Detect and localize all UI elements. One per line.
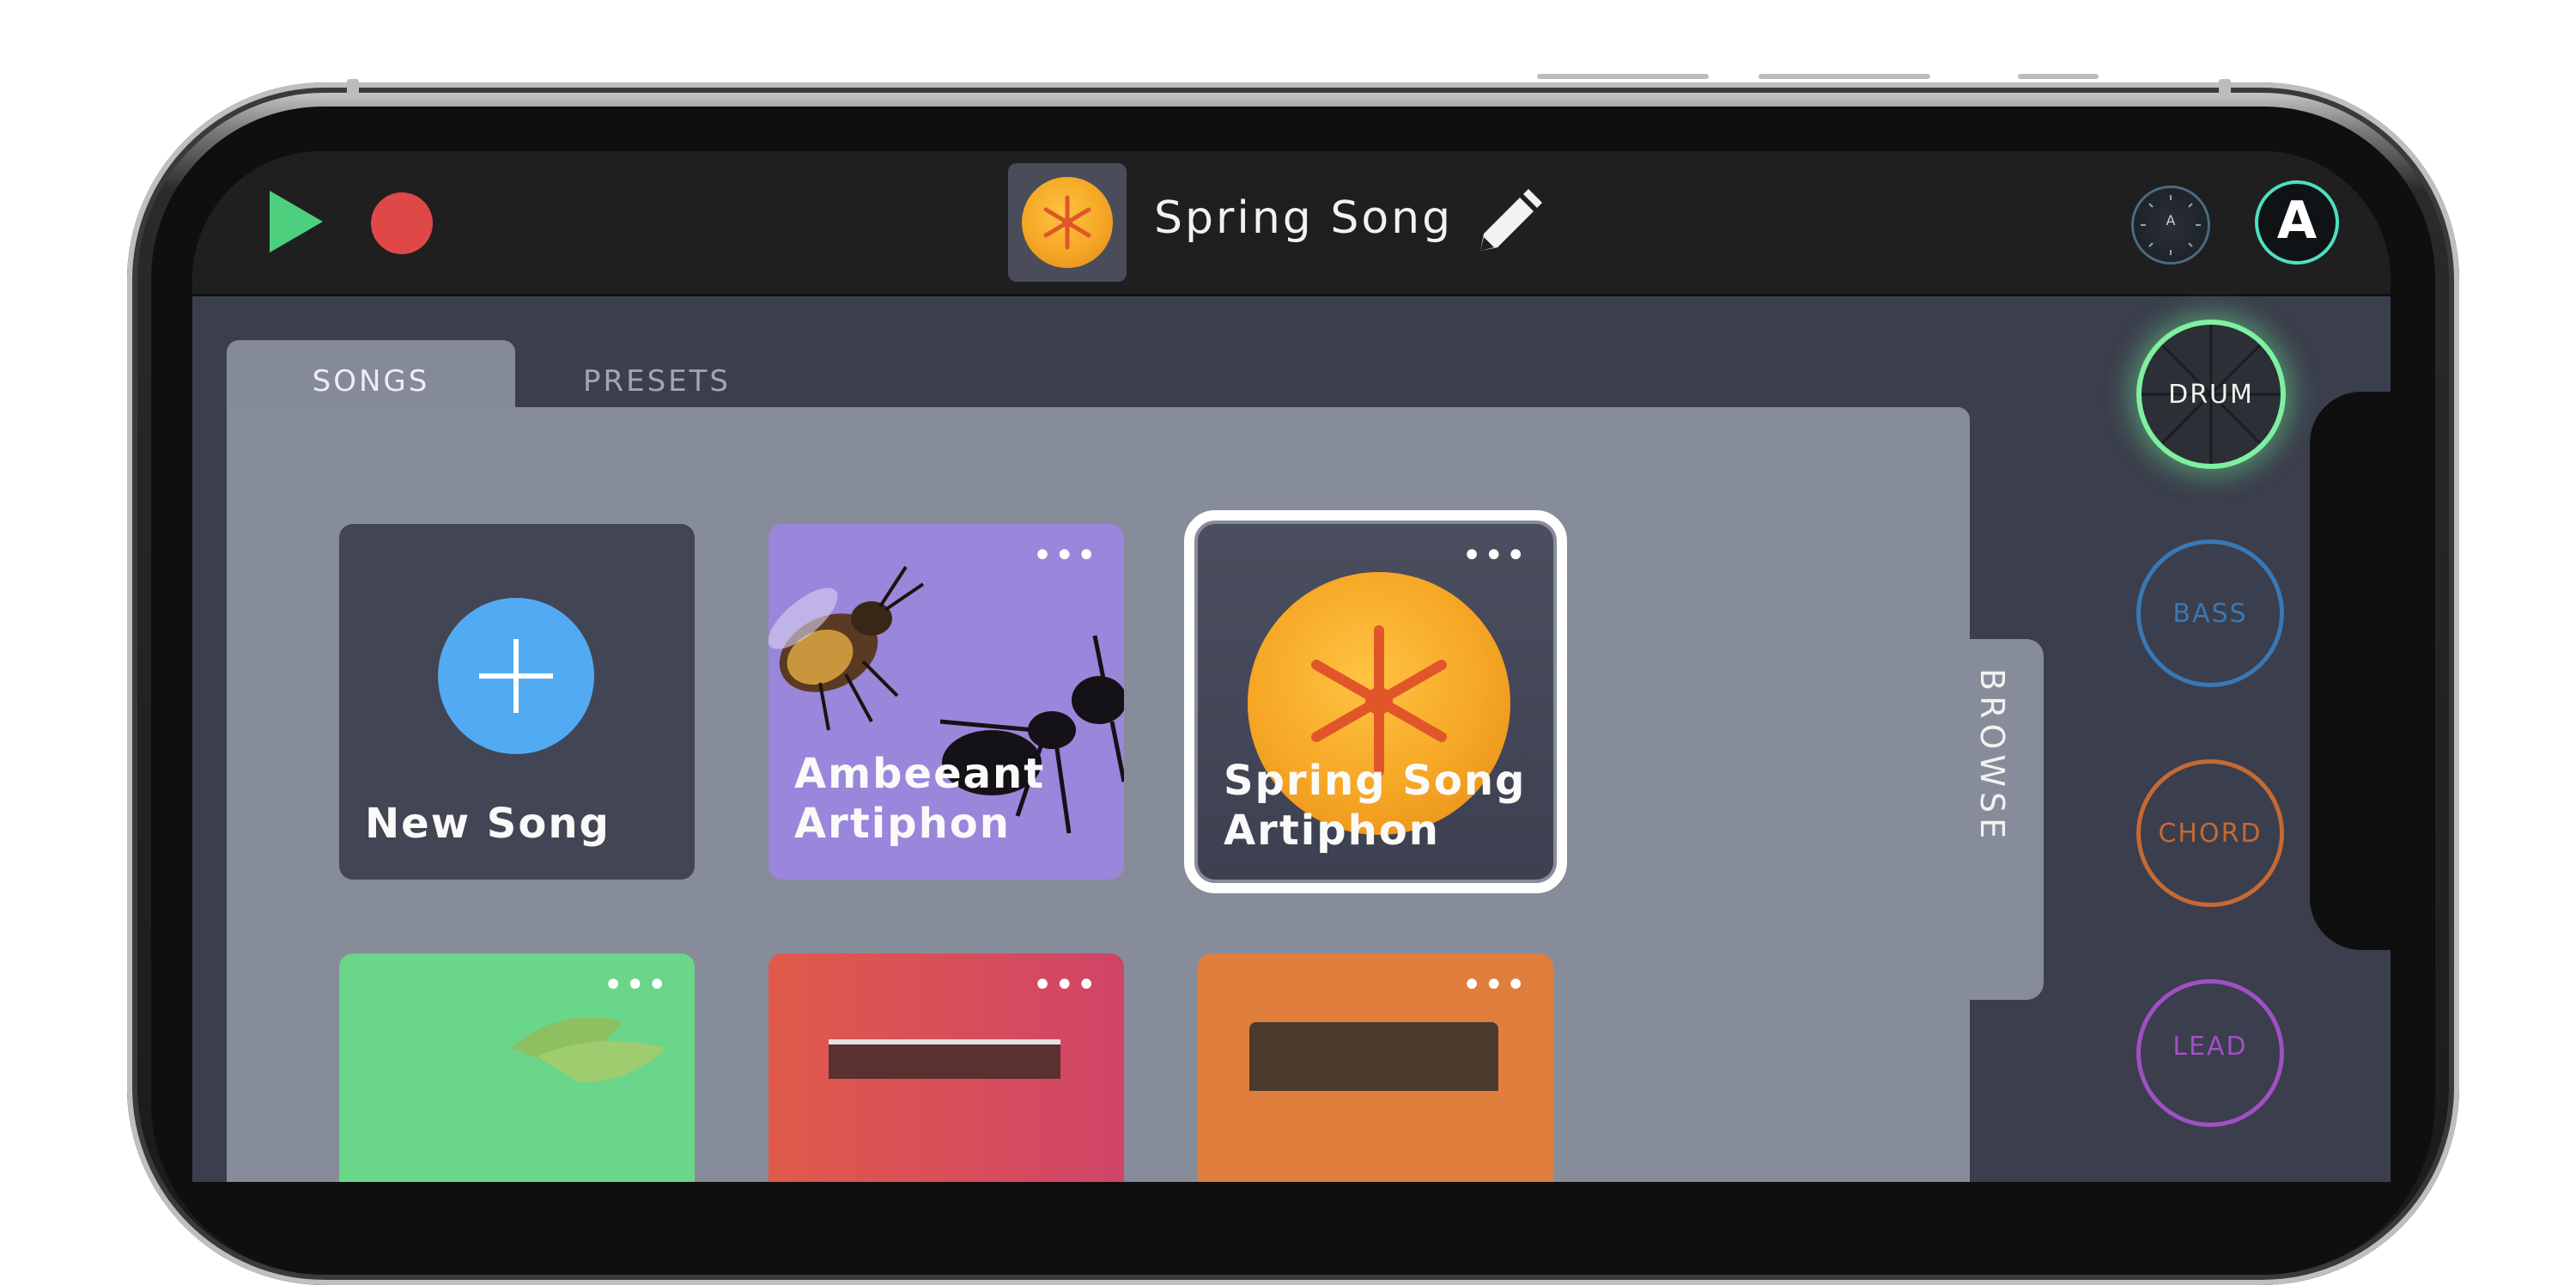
phone-top-antenna-right bbox=[2219, 79, 2231, 96]
card-subtitle: Artiphon bbox=[1224, 807, 1440, 855]
plus-icon bbox=[438, 598, 594, 754]
tab-songs[interactable]: SONGS bbox=[227, 340, 515, 417]
browse-tab[interactable]: BROWSE bbox=[1966, 639, 2044, 1000]
logo-letter: A bbox=[2276, 191, 2318, 251]
instrument-pad-bass[interactable]: BASS bbox=[2136, 539, 2284, 687]
card-subtitle: Artiphon bbox=[794, 800, 1011, 848]
new-song-card[interactable]: New Song bbox=[339, 524, 695, 880]
card-menu-icon[interactable]: ••• bbox=[603, 965, 669, 1005]
card-title: New Song bbox=[365, 800, 611, 848]
phone-top-antenna-left bbox=[347, 79, 359, 96]
card-menu-icon[interactable]: ••• bbox=[1032, 536, 1098, 576]
card-menu-icon[interactable]: ••• bbox=[1032, 965, 1098, 1005]
pencil-edit-icon[interactable] bbox=[1470, 184, 1547, 261]
top-bar: Spring Song A A bbox=[192, 151, 2391, 296]
tab-presets[interactable]: PRESETS bbox=[515, 340, 799, 417]
orange-artwork-icon bbox=[1022, 177, 1113, 268]
tempo-knob[interactable]: A bbox=[2131, 186, 2210, 265]
instrument-pad-chord[interactable]: CHORD bbox=[2136, 759, 2284, 907]
card-title: Spring Song bbox=[1224, 757, 1527, 805]
artiphon-logo-icon[interactable]: A bbox=[2255, 180, 2339, 265]
instrument-pad-lead[interactable]: LEAD bbox=[2136, 979, 2284, 1127]
song-card-orange[interactable]: ••• bbox=[1198, 953, 1553, 1182]
card-title: Ambeeant bbox=[794, 750, 1046, 798]
browse-label: BROWSE bbox=[1973, 668, 2011, 844]
song-card-red[interactable]: ••• bbox=[769, 953, 1124, 1182]
pad-label: BASS bbox=[2172, 599, 2248, 629]
tab-presets-label: PRESETS bbox=[582, 364, 732, 399]
play-button[interactable] bbox=[270, 191, 323, 253]
instrument-pad-drum[interactable]: DRUM bbox=[2136, 320, 2286, 469]
card-menu-icon[interactable]: ••• bbox=[1461, 965, 1528, 1005]
song-card-ambeeant[interactable]: ••• Ambeeant Artiphon bbox=[769, 524, 1124, 880]
current-song-thumbnail[interactable] bbox=[1008, 163, 1127, 282]
piano-artwork-icon bbox=[829, 1039, 1060, 1079]
song-card-green[interactable]: ••• bbox=[339, 953, 695, 1182]
song-card-spring-song[interactable]: ••• Spring Song Artiphon bbox=[1184, 510, 1567, 893]
pad-label: DRUM bbox=[2168, 380, 2254, 410]
app-screen: Spring Song A A SONGS PRESETS BROWSE New… bbox=[192, 151, 2391, 1182]
tab-songs-label: SONGS bbox=[312, 364, 430, 399]
phone-notch bbox=[2310, 392, 2391, 950]
song-title: Spring Song bbox=[1154, 192, 1454, 244]
pad-label: CHORD bbox=[2158, 819, 2263, 849]
knob-label: A bbox=[2166, 212, 2176, 228]
box-artwork-icon bbox=[1249, 1022, 1498, 1091]
record-button[interactable] bbox=[371, 192, 433, 254]
pad-label: LEAD bbox=[2172, 1032, 2248, 1062]
card-menu-icon[interactable]: ••• bbox=[1461, 536, 1528, 576]
phone-top-slit-1 bbox=[1537, 74, 1709, 79]
phone-top-slit-2 bbox=[1759, 74, 1930, 79]
phone-top-slit-3 bbox=[2018, 74, 2099, 79]
